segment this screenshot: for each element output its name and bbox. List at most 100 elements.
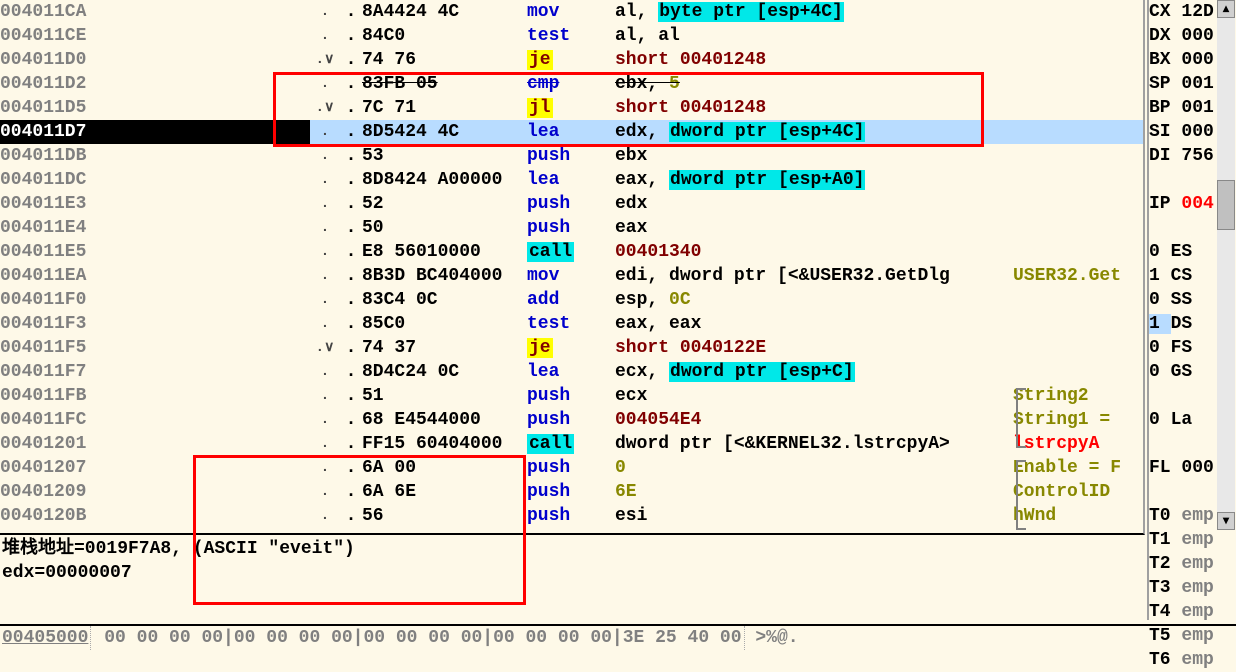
operands: edi, dword ptr [<&USER32.GetDlg bbox=[615, 264, 1013, 288]
breakpoint-dot[interactable]: . bbox=[340, 360, 362, 384]
comment: String1 = bbox=[1013, 408, 1110, 432]
flow-hint: . bbox=[310, 240, 340, 264]
breakpoint-dot[interactable]: . bbox=[340, 72, 362, 96]
mnemonic: lea bbox=[527, 362, 559, 382]
comment: ControlID bbox=[1013, 480, 1110, 504]
disasm-row[interactable]: 004011E4..50pusheax bbox=[0, 216, 1143, 240]
mnemonic: test bbox=[527, 26, 570, 46]
fpu-t6[interactable]: T6 emp bbox=[1149, 648, 1236, 672]
bytes: 8D8424 A00000 bbox=[362, 168, 527, 192]
disasm-row[interactable]: 004011D7..8D5424 4Cleaedx, dword ptr [es… bbox=[0, 120, 1143, 144]
disasm-row[interactable]: 004011E5..E8 56010000call00401340 bbox=[0, 240, 1143, 264]
breakpoint-dot[interactable]: . bbox=[340, 504, 362, 528]
operands: esi bbox=[615, 504, 1013, 528]
breakpoint-dot[interactable]: . bbox=[340, 432, 362, 456]
flow-hint: . bbox=[310, 504, 340, 528]
disasm-row[interactable]: 004011D5.∨.7C 71jlshort 00401248 bbox=[0, 96, 1143, 120]
address: 004011EA bbox=[0, 266, 86, 286]
address: 004011CE bbox=[0, 26, 86, 46]
fpu-t5[interactable]: T5 emp bbox=[1149, 624, 1236, 648]
breakpoint-dot[interactable]: . bbox=[340, 456, 362, 480]
breakpoint-dot[interactable]: . bbox=[340, 192, 362, 216]
breakpoint-dot[interactable]: . bbox=[340, 408, 362, 432]
breakpoint-dot[interactable]: . bbox=[340, 48, 362, 72]
operands: dword ptr [<&KERNEL32.lstrcpyA> bbox=[615, 432, 1013, 456]
mnemonic: je bbox=[527, 338, 553, 358]
status-pane: 堆栈地址=0019F7A8, (ASCII "eveit") edx=00000… bbox=[0, 537, 1145, 617]
bytes: 50 bbox=[362, 216, 527, 240]
disasm-row[interactable]: 004011CA..8A4424 4Cmoval, byte ptr [esp+… bbox=[0, 0, 1143, 24]
disasm-row[interactable]: 004011F0..83C4 0Caddesp, 0C bbox=[0, 288, 1143, 312]
bracket-getdlgitem bbox=[1016, 460, 1026, 530]
breakpoint-dot[interactable]: . bbox=[340, 288, 362, 312]
comment: USER32.Get bbox=[1013, 264, 1121, 288]
breakpoint-dot[interactable]: . bbox=[340, 384, 362, 408]
flow-hint: . bbox=[310, 456, 340, 480]
breakpoint-dot[interactable]: . bbox=[340, 240, 362, 264]
flow-hint: . bbox=[310, 24, 340, 48]
disasm-row[interactable]: 0040120B..56pushesihWnd bbox=[0, 504, 1143, 528]
bytes: 74 37 bbox=[362, 336, 527, 360]
bytes: 7C 71 bbox=[362, 96, 527, 120]
address: 004011E4 bbox=[0, 218, 86, 238]
fpu-t3[interactable]: T3 emp bbox=[1149, 576, 1236, 600]
flow-hint: . bbox=[310, 0, 340, 24]
flow-hint: . bbox=[310, 408, 340, 432]
flow-hint: . bbox=[310, 360, 340, 384]
scrollbar[interactable]: ▴ ▾ bbox=[1217, 0, 1235, 530]
operands: ecx bbox=[615, 384, 1013, 408]
disasm-row[interactable]: 004011DC..8D8424 A00000leaeax, dword ptr… bbox=[0, 168, 1143, 192]
breakpoint-dot[interactable]: . bbox=[340, 0, 362, 24]
disasm-row[interactable]: 004011F5.∨.74 37jeshort 0040122E bbox=[0, 336, 1143, 360]
address: 004011FB bbox=[0, 386, 86, 406]
breakpoint-dot[interactable]: . bbox=[340, 312, 362, 336]
breakpoint-dot[interactable]: . bbox=[340, 480, 362, 504]
breakpoint-dot[interactable]: . bbox=[340, 96, 362, 120]
address: 004011E5 bbox=[0, 242, 86, 262]
breakpoint-dot[interactable]: . bbox=[340, 144, 362, 168]
mnemonic: lea bbox=[527, 170, 559, 190]
fpu-t1[interactable]: T1 emp bbox=[1149, 528, 1236, 552]
mnemonic: je bbox=[527, 50, 553, 70]
hexdump-ascii: >%@. bbox=[755, 628, 798, 648]
disassembly-pane[interactable]: 004011CA..8A4424 4Cmoval, byte ptr [esp+… bbox=[0, 0, 1145, 535]
fpu-t4[interactable]: T4 emp bbox=[1149, 600, 1236, 624]
disasm-row[interactable]: 004011D2..83FB 05cmpebx, 5 bbox=[0, 72, 1143, 96]
address: 004011D2 bbox=[0, 74, 86, 94]
disasm-row[interactable]: 00401209..6A 6Epush6EControlID bbox=[0, 480, 1143, 504]
register-pane[interactable]: ▴ ▾ CX 12DDX 000BX 000SP 001BP 001SI 000… bbox=[1147, 0, 1236, 620]
breakpoint-dot[interactable]: . bbox=[340, 24, 362, 48]
bytes: E8 56010000 bbox=[362, 240, 527, 264]
scroll-up-button[interactable]: ▴ bbox=[1217, 0, 1235, 18]
flow-hint: . bbox=[310, 144, 340, 168]
scroll-down-button[interactable]: ▾ bbox=[1217, 512, 1235, 530]
flow-hint: . bbox=[310, 216, 340, 240]
flow-hint: . bbox=[310, 432, 340, 456]
fpu-t2[interactable]: T2 emp bbox=[1149, 552, 1236, 576]
disasm-row[interactable]: 00401207..6A 00push0Enable = F bbox=[0, 456, 1143, 480]
flow-hint: .∨ bbox=[310, 48, 340, 72]
breakpoint-dot[interactable]: . bbox=[340, 168, 362, 192]
bytes: 83FB 05 bbox=[362, 72, 527, 96]
hexdump-bar[interactable]: 00405000 00 00 00 00|00 00 00 00|00 00 0… bbox=[0, 624, 1236, 650]
disasm-row[interactable]: 004011F7..8D4C24 0Cleaecx, dword ptr [es… bbox=[0, 360, 1143, 384]
address: 00401201 bbox=[0, 434, 86, 454]
mnemonic: jl bbox=[527, 98, 553, 118]
disasm-row[interactable]: 00401201..FF15 60404000calldword ptr [<&… bbox=[0, 432, 1143, 456]
address: 004011DC bbox=[0, 170, 86, 190]
disasm-row[interactable]: 004011CE..84C0testal, al bbox=[0, 24, 1143, 48]
disasm-row[interactable]: 004011EA..8B3D BC404000movedi, dword ptr… bbox=[0, 264, 1143, 288]
breakpoint-dot[interactable]: . bbox=[340, 120, 362, 144]
bytes: 85C0 bbox=[362, 312, 527, 336]
disasm-row[interactable]: 004011FC..68 E4544000push004054E4String1… bbox=[0, 408, 1143, 432]
breakpoint-dot[interactable]: . bbox=[340, 336, 362, 360]
breakpoint-dot[interactable]: . bbox=[340, 264, 362, 288]
bytes: 52 bbox=[362, 192, 527, 216]
disasm-row[interactable]: 004011FB..51pushecxString2 bbox=[0, 384, 1143, 408]
disasm-row[interactable]: 004011E3..52pushedx bbox=[0, 192, 1143, 216]
breakpoint-dot[interactable]: . bbox=[340, 216, 362, 240]
disasm-row[interactable]: 004011D0.∨.74 76jeshort 00401248 bbox=[0, 48, 1143, 72]
scroll-thumb[interactable] bbox=[1217, 180, 1235, 230]
disasm-row[interactable]: 004011DB..53pushebx bbox=[0, 144, 1143, 168]
disasm-row[interactable]: 004011F3..85C0testeax, eax bbox=[0, 312, 1143, 336]
